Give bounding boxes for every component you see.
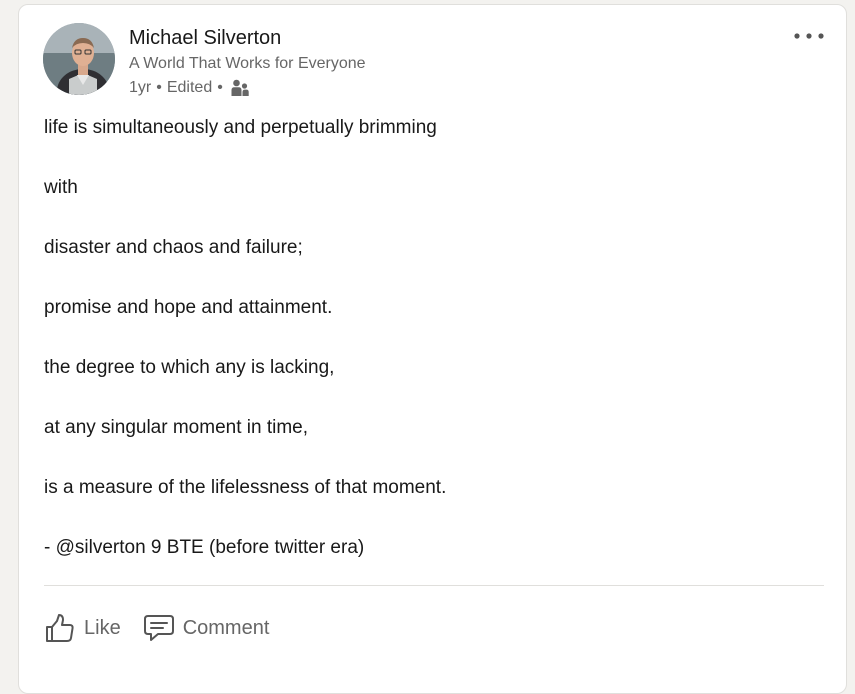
more-options-button[interactable] (792, 25, 826, 47)
post-line: at any singular moment in time, (44, 417, 309, 438)
avatar-photo (43, 23, 115, 95)
post-line: with (44, 177, 78, 198)
thumbs-up-icon (44, 612, 76, 644)
meta-separator: • (217, 79, 223, 96)
edited-label: Edited (166, 79, 213, 96)
like-button[interactable]: Like (44, 611, 121, 645)
post-line: is a measure of the lifelessness of that… (44, 477, 447, 498)
post-line: life is simultaneously and perpetually b… (44, 117, 437, 138)
actions-divider (44, 585, 824, 586)
comment-icon (143, 613, 175, 643)
comment-label: Comment (182, 616, 270, 639)
author-avatar[interactable] (43, 23, 115, 95)
social-actions-bar: Like Comment (44, 611, 269, 645)
author-headline: A World That Works for Everyone (129, 55, 366, 72)
comment-button[interactable]: Comment (143, 611, 270, 645)
post-line: disaster and chaos and failure; (44, 237, 303, 258)
author-name[interactable]: Michael Silverton (129, 27, 281, 50)
more-horizontal-icon (794, 33, 824, 39)
post-age: 1yr (129, 79, 152, 96)
post-line: the degree to which any is lacking, (44, 357, 335, 378)
post-card: Michael Silverton A World That Works for… (18, 4, 847, 694)
post-line: promise and hope and attainment. (44, 297, 333, 318)
meta-separator: • (156, 79, 162, 96)
connections-icon[interactable] (230, 78, 250, 98)
post-line: - @silverton 9 BTE (before twitter era) (44, 537, 365, 558)
post-body: life is simultaneously and perpetually b… (44, 115, 824, 595)
post-meta: 1yr • Edited • (129, 78, 250, 98)
like-label: Like (84, 616, 121, 639)
